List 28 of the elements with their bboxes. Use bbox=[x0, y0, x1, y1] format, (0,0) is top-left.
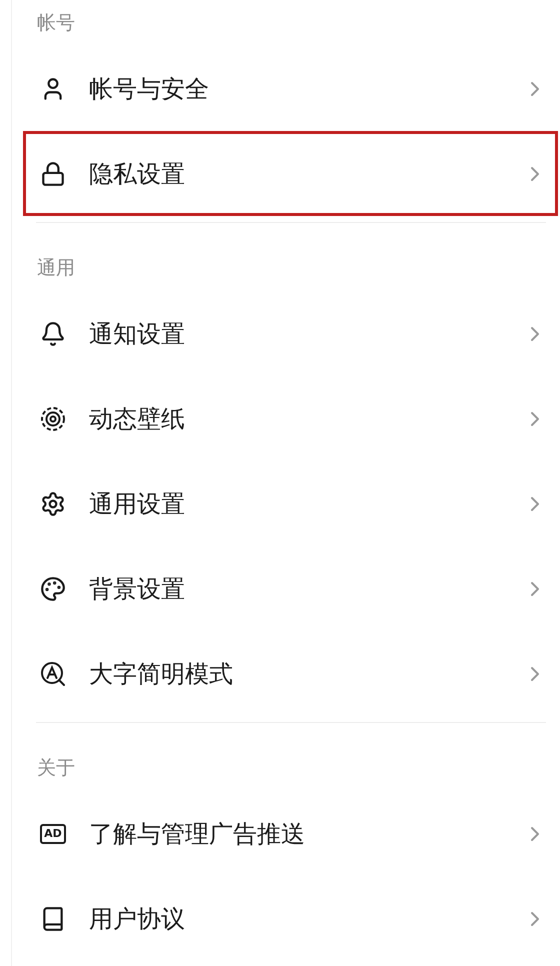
menu-item[interactable]: 通用设置 bbox=[23, 461, 558, 546]
settings-icon bbox=[40, 490, 66, 516]
menu-item[interactable]: 通知设置 bbox=[23, 291, 558, 376]
ad-icon: AD bbox=[40, 824, 66, 844]
menu-item-label: 帐号与安全 bbox=[89, 74, 210, 104]
bell-icon bbox=[40, 320, 66, 346]
lock-icon bbox=[40, 160, 66, 186]
menu-item[interactable]: 用户协议 bbox=[23, 876, 558, 961]
menu-item-label: 大字简明模式 bbox=[89, 658, 234, 690]
menu-item-label: 用户协议 bbox=[89, 904, 186, 934]
menu-item[interactable]: AD 了解与管理广告推送 bbox=[23, 791, 558, 876]
menu-item-label: 背景设置 bbox=[89, 574, 186, 604]
section-header: 帐号 bbox=[37, 11, 75, 36]
concentric-circles-icon bbox=[40, 406, 66, 432]
menu-item[interactable]: 大字简明模式 bbox=[23, 631, 558, 716]
section-header: 通用 bbox=[37, 256, 75, 281]
menu-item[interactable]: 动态壁纸 bbox=[23, 376, 558, 461]
menu-item[interactable]: 帐号与安全 bbox=[23, 46, 558, 131]
palette-icon bbox=[40, 576, 66, 602]
magnifier-icon bbox=[40, 660, 66, 686]
menu-item-label: 通知设置 bbox=[89, 318, 186, 350]
menu-item-label: 隐私设置 bbox=[89, 158, 186, 190]
highlighted-menu-item[interactable]: 隐私设置 bbox=[23, 131, 558, 216]
menu-item[interactable]: 背景设置 bbox=[23, 546, 558, 631]
menu-item-label: 通用设置 bbox=[89, 488, 186, 520]
section-header: 关于 bbox=[37, 756, 75, 781]
menu-item-label: 动态壁纸 bbox=[89, 404, 186, 434]
menu-item-label: 了解与管理广告推送 bbox=[89, 818, 306, 850]
